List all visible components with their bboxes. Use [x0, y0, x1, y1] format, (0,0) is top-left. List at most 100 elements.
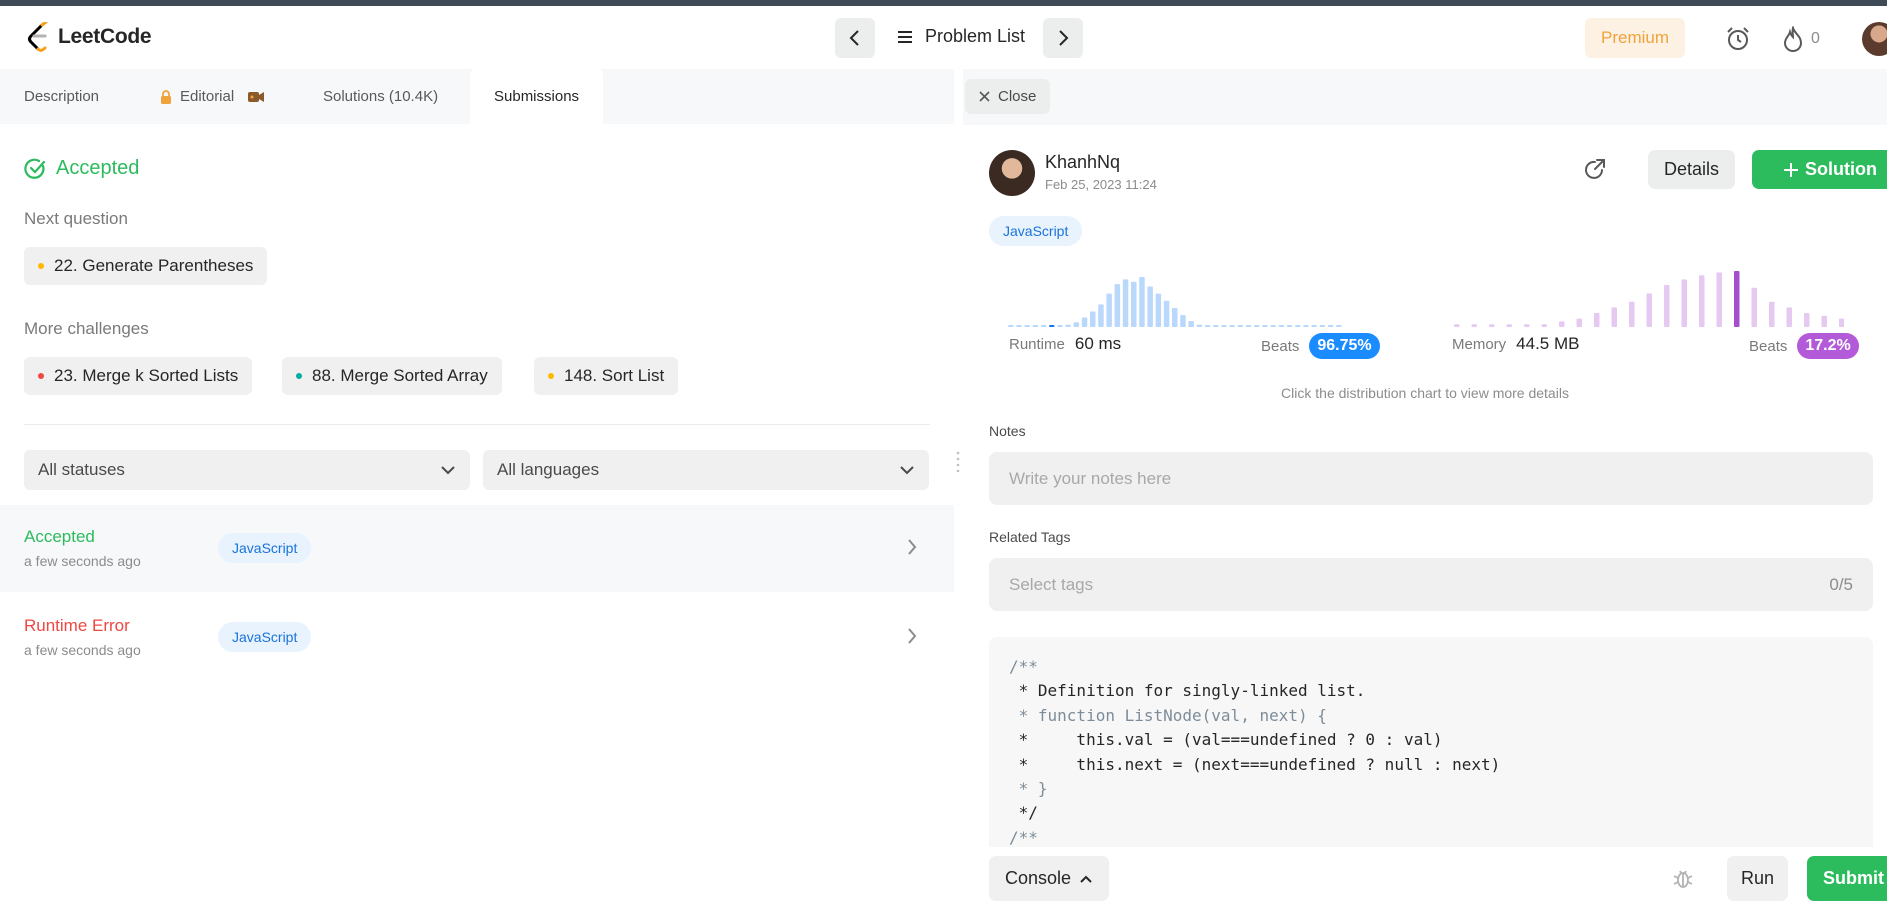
- timer-button[interactable]: [1725, 26, 1751, 57]
- distribution-bar[interactable]: [1454, 324, 1460, 327]
- distribution-bar[interactable]: [1172, 307, 1178, 327]
- distribution-bar[interactable]: [1489, 324, 1495, 327]
- distribution-bar[interactable]: [1065, 324, 1071, 327]
- distribution-bar[interactable]: [1229, 325, 1235, 327]
- distribution-bar[interactable]: [1611, 307, 1618, 327]
- distribution-bar[interactable]: [1040, 325, 1047, 327]
- tab-submissions[interactable]: Submissions: [470, 69, 604, 124]
- distribution-bar[interactable]: [1114, 284, 1121, 327]
- distribution-bar[interactable]: [1073, 322, 1080, 327]
- distribution-bar[interactable]: [1716, 272, 1723, 327]
- distribution-bar[interactable]: [1188, 321, 1194, 327]
- distribution-bar[interactable]: [1016, 325, 1022, 327]
- distribution-bar[interactable]: [1681, 279, 1688, 327]
- user-avatar[interactable]: [1862, 22, 1887, 56]
- distribution-bar[interactable]: [1237, 325, 1244, 327]
- submitter-avatar[interactable]: [989, 150, 1035, 196]
- tab-description[interactable]: Description: [24, 69, 99, 124]
- distribution-bar[interactable]: [1090, 311, 1096, 327]
- language-filter-select[interactable]: All languages: [483, 450, 929, 490]
- next-problem-button[interactable]: [1043, 18, 1083, 58]
- distribution-bar[interactable]: [1319, 325, 1326, 327]
- distribution-bar[interactable]: [1664, 285, 1670, 327]
- distribution-bar[interactable]: [1295, 325, 1301, 327]
- distribution-bar[interactable]: [1180, 315, 1186, 327]
- distribution-bar[interactable]: [1594, 313, 1600, 327]
- distribution-bar[interactable]: [1559, 321, 1565, 327]
- leetcode-logo[interactable]: LeetCode: [26, 22, 152, 52]
- distribution-bar[interactable]: [1024, 325, 1030, 327]
- close-button[interactable]: Close: [965, 79, 1051, 114]
- distribution-bar[interactable]: [1032, 325, 1039, 327]
- distribution-bar[interactable]: [1286, 325, 1293, 327]
- distribution-bar[interactable]: [1506, 324, 1513, 327]
- memory-distribution-chart[interactable]: [1454, 267, 1844, 327]
- distribution-bar[interactable]: [1804, 313, 1810, 327]
- distribution-bar[interactable]: [1147, 286, 1153, 327]
- distribution-bar[interactable]: [1646, 293, 1653, 327]
- pane-resize-handle[interactable]: [956, 450, 960, 472]
- distribution-bar[interactable]: [1278, 325, 1285, 327]
- tags-select[interactable]: Select tags 0/5: [989, 558, 1873, 611]
- post-solution-button[interactable]: Solution: [1752, 150, 1887, 189]
- challenge-chip[interactable]: 23. Merge k Sorted Lists: [24, 357, 253, 395]
- distribution-bar[interactable]: [1163, 300, 1170, 327]
- distribution-bar[interactable]: [1155, 293, 1162, 327]
- distribution-bar[interactable]: [1098, 304, 1104, 327]
- distribution-bar[interactable]: [1106, 293, 1112, 327]
- distribution-bar[interactable]: [1471, 324, 1478, 327]
- distribution-bar[interactable]: [1122, 279, 1129, 327]
- submit-button[interactable]: Submit: [1807, 856, 1887, 901]
- distribution-bar[interactable]: [1254, 325, 1260, 327]
- submitter-name[interactable]: KhanhNq: [1045, 152, 1120, 173]
- prev-problem-button[interactable]: [835, 18, 875, 58]
- distribution-bar[interactable]: [1139, 277, 1145, 327]
- premium-button[interactable]: Premium: [1585, 18, 1685, 58]
- tab-solutions[interactable]: Solutions (10.4K): [323, 69, 438, 124]
- distribution-bar[interactable]: [1629, 301, 1635, 327]
- distribution-bar[interactable]: [1524, 324, 1530, 327]
- distribution-bar[interactable]: [1541, 324, 1548, 327]
- distribution-bar[interactable]: [1303, 325, 1309, 327]
- challenge-chip[interactable]: 148. Sort List: [534, 357, 679, 395]
- console-toggle[interactable]: Console: [989, 856, 1110, 901]
- share-button[interactable]: [1583, 157, 1607, 186]
- submission-row[interactable]: Accepted a few seconds ago JavaScript: [0, 505, 954, 592]
- distribution-bar[interactable]: [1839, 318, 1844, 327]
- distribution-bar[interactable]: [1245, 325, 1252, 327]
- distribution-bar[interactable]: [1204, 325, 1211, 327]
- distribution-bar[interactable]: [1221, 325, 1227, 327]
- distribution-bar[interactable]: [1699, 275, 1705, 327]
- distribution-bar[interactable]: [1751, 287, 1758, 327]
- notes-input[interactable]: Write your notes here: [989, 452, 1873, 505]
- distribution-bar[interactable]: [1213, 325, 1219, 327]
- next-question-chip[interactable]: 22. Generate Parentheses: [24, 247, 268, 285]
- distribution-bar[interactable]: [1786, 307, 1793, 327]
- distribution-bar[interactable]: [1734, 271, 1740, 327]
- debug-button[interactable]: [1671, 866, 1695, 895]
- distribution-bar[interactable]: [1576, 318, 1583, 327]
- status-filter-select[interactable]: All statuses: [24, 450, 470, 490]
- distribution-bar[interactable]: [1131, 281, 1137, 327]
- distribution-bar[interactable]: [1311, 325, 1317, 327]
- distribution-bar[interactable]: [1081, 317, 1088, 327]
- distribution-bar[interactable]: [1821, 315, 1828, 327]
- distribution-bar[interactable]: [1336, 325, 1342, 327]
- streak-counter[interactable]: 0: [1783, 26, 1820, 52]
- tab-editorial[interactable]: Editorial: [160, 69, 265, 124]
- runtime-distribution-chart[interactable]: [1008, 267, 1378, 327]
- distribution-bar[interactable]: [1262, 325, 1268, 327]
- distribution-bar[interactable]: [1049, 325, 1055, 327]
- details-button[interactable]: Details: [1648, 150, 1736, 189]
- problem-list-link[interactable]: Problem List: [897, 26, 1025, 47]
- run-button[interactable]: Run: [1727, 856, 1789, 901]
- distribution-bar[interactable]: [1057, 325, 1063, 327]
- distribution-bar[interactable]: [1008, 325, 1014, 327]
- code-viewer[interactable]: /** * Definition for singly-linked list.…: [989, 637, 1873, 847]
- challenge-chip[interactable]: 88. Merge Sorted Array: [282, 357, 502, 395]
- distribution-bar[interactable]: [1769, 301, 1775, 327]
- distribution-bar[interactable]: [1196, 324, 1203, 327]
- distribution-bar[interactable]: [1327, 325, 1334, 327]
- submission-row[interactable]: Runtime Error a few seconds ago JavaScri…: [0, 594, 954, 681]
- distribution-bar[interactable]: [1270, 325, 1276, 327]
